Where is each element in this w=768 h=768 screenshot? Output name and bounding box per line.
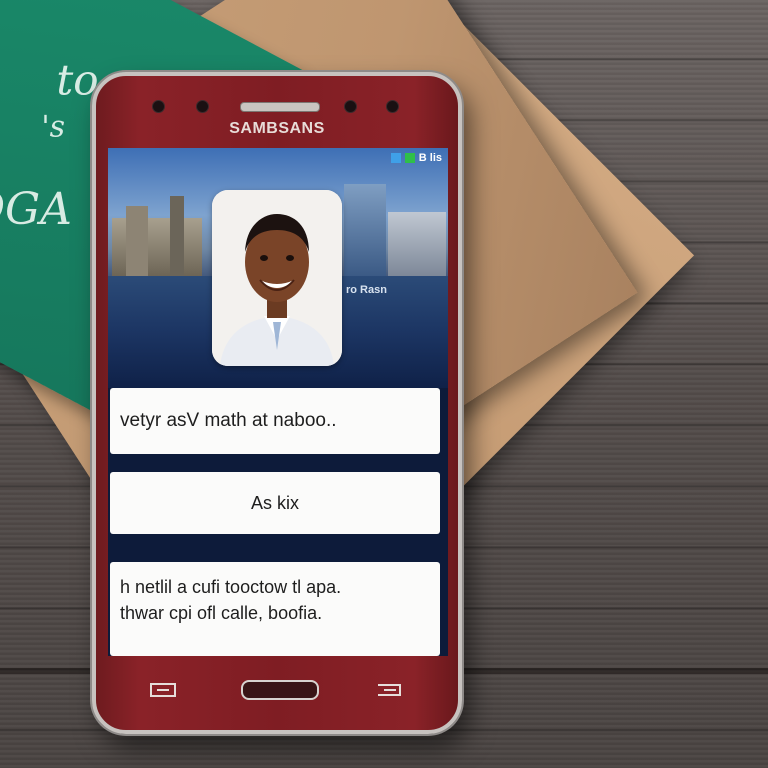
battery-icon xyxy=(404,153,415,163)
photo-overlay-text: ro Rasn xyxy=(346,284,387,296)
earpiece-speaker xyxy=(240,102,320,112)
person-portrait xyxy=(212,190,342,366)
status-bar: B lis xyxy=(390,152,442,164)
smartphone: SAMBSANS B lis ro Rasn vetyr asV math at… xyxy=(92,72,462,734)
building xyxy=(170,196,184,276)
building xyxy=(344,184,386,276)
recent-apps-icon[interactable] xyxy=(376,683,402,697)
message-bubble[interactable]: vetyr asV math at naboo.. xyxy=(110,388,440,454)
message-bubble[interactable]: h netlil a cufi tooctow tl apa. thwar cp… xyxy=(110,562,440,656)
contact-avatar[interactable] xyxy=(212,190,342,366)
camera-lens-icon xyxy=(344,100,357,113)
sensor-icon xyxy=(196,100,209,113)
proximity-sensor-icon xyxy=(386,100,399,113)
status-text: B lis xyxy=(418,152,442,164)
card-doodle: OGA xyxy=(0,183,72,235)
message-text: vetyr asV math at naboo.. xyxy=(120,410,337,431)
building xyxy=(126,206,148,276)
card-doodle: 's xyxy=(41,109,66,145)
phone-screen[interactable]: B lis ro Rasn vetyr asV math at naboo.. xyxy=(108,148,448,656)
message-bubble[interactable]: As kix xyxy=(110,472,440,534)
back-icon[interactable] xyxy=(150,683,176,697)
home-button[interactable] xyxy=(241,680,319,700)
navigation-bar xyxy=(96,674,458,710)
building xyxy=(388,212,446,276)
message-text: As kix xyxy=(250,492,299,513)
message-text-line: thwar cpi ofl calle, boofia. xyxy=(120,603,323,623)
signal-icon xyxy=(390,153,401,163)
message-text-line: h netlil a cufi tooctow tl apa. xyxy=(120,577,342,597)
brand-logo: SAMBSANS xyxy=(229,120,325,137)
front-camera-icon xyxy=(152,100,165,113)
